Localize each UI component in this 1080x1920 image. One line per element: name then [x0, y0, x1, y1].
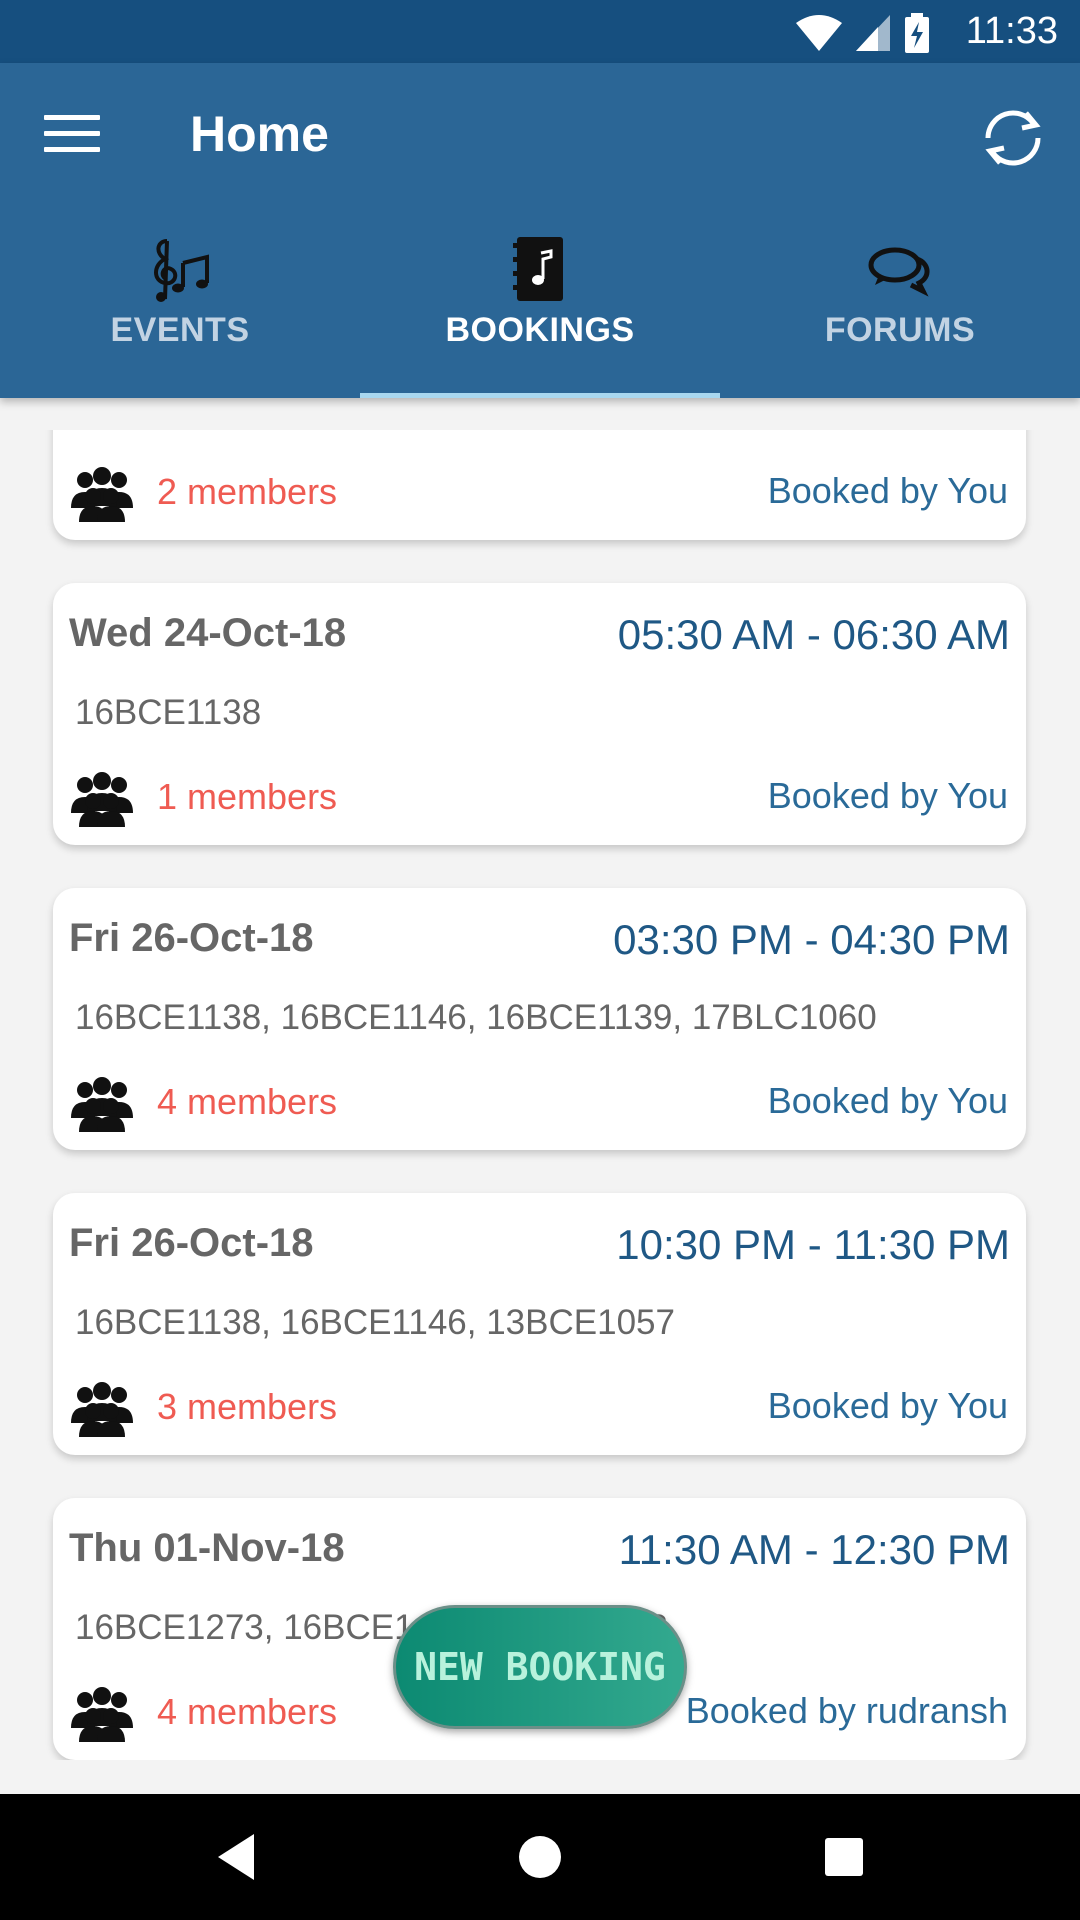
members-row: 3 members — [69, 1377, 337, 1437]
booking-time: 10:30 PM - 11:30 PM — [616, 1221, 1010, 1268]
booked-by: Booked by You — [767, 775, 1008, 816]
booking-members-ids: 16BCE1138 — [75, 693, 262, 732]
booked-by: Booked by You — [767, 470, 1008, 511]
group-icon — [71, 772, 133, 827]
group-icon — [71, 1687, 133, 1742]
status-bar: 11:33 — [0, 0, 1080, 63]
app-bar: Home EVENTS BOOKINGS FORUMS — [0, 63, 1080, 398]
booked-by: Booked by You — [767, 1080, 1008, 1121]
members-count: 3 members — [157, 1386, 338, 1427]
booking-time: 03:30 PM - 04:30 PM — [613, 916, 1010, 963]
members-row: 4 members — [69, 1682, 337, 1742]
booking-date: Wed 24-Oct-18 — [69, 611, 347, 655]
tab-forums[interactable]: FORUMS — [720, 223, 1080, 398]
group-icon — [71, 467, 133, 522]
chat-bubbles-icon — [868, 247, 930, 297]
booking-date: Fri 26-Oct-18 — [69, 916, 314, 960]
group-icon — [71, 1077, 133, 1132]
home-icon — [519, 1836, 561, 1878]
new-booking-button[interactable]: NEW BOOKING — [393, 1605, 687, 1729]
signal-icon — [856, 15, 890, 51]
page-title: Home — [190, 106, 329, 162]
back-icon — [218, 1834, 254, 1880]
refresh-button[interactable] — [976, 101, 1050, 175]
wifi-icon — [796, 15, 842, 51]
tab-label: EVENTS — [110, 311, 250, 349]
battery-charging-icon — [905, 13, 929, 53]
tab-bookings[interactable]: BOOKINGS — [360, 223, 720, 398]
members-count: 2 members — [157, 471, 338, 512]
booking-members-ids: 16BCE1138, 16BCE1146, 13BCE1057 — [75, 1303, 675, 1342]
members-row: 2 members — [69, 462, 337, 522]
booked-by: Booked by rudransh — [685, 1690, 1008, 1731]
booking-time: 05:30 AM - 06:30 AM — [617, 611, 1010, 658]
booking-card[interactable]: Wed 24-Oct-18 05:30 AM - 06:30 AM 16BCE1… — [53, 583, 1026, 845]
members-count: 4 members — [157, 1691, 338, 1732]
booking-date: Thu 01-Nov-18 — [69, 1526, 345, 1570]
menu-icon — [44, 115, 100, 120]
members-row: 4 members — [69, 1072, 337, 1132]
back-button[interactable] — [176, 1794, 296, 1920]
music-book-icon — [513, 237, 563, 301]
group-icon — [71, 1382, 133, 1437]
booking-date: Fri 26-Oct-18 — [69, 1221, 314, 1265]
members-count: 1 members — [157, 776, 338, 817]
booking-card[interactable]: 2 members Booked by You — [53, 430, 1026, 540]
booking-members-ids: 16BCE1138, 16BCE1146, 16BCE1139, 17BLC10… — [75, 998, 877, 1037]
booking-card[interactable]: Fri 26-Oct-18 10:30 PM - 11:30 PM 16BCE1… — [53, 1193, 1026, 1455]
tab-label: FORUMS — [824, 311, 976, 349]
status-icons — [796, 13, 930, 53]
refresh-icon — [985, 110, 1041, 166]
tab-events[interactable]: EVENTS — [0, 223, 360, 398]
status-time: 11:33 — [965, 10, 1058, 52]
system-nav-bar — [0, 1794, 1080, 1920]
members-row: 1 members — [69, 767, 337, 827]
home-button[interactable] — [480, 1794, 600, 1920]
booking-time: 11:30 AM - 12:30 PM — [618, 1526, 1010, 1573]
bookings-list[interactable]: 2 members Booked by You Wed 24-Oct-18 05… — [30, 430, 1050, 1760]
tab-bar: EVENTS BOOKINGS FORUMS — [0, 223, 1080, 398]
menu-button[interactable] — [44, 115, 100, 155]
music-notes-icon — [154, 239, 209, 302]
recents-button[interactable] — [784, 1794, 904, 1920]
tab-label: BOOKINGS — [445, 311, 635, 349]
members-count: 4 members — [157, 1081, 338, 1122]
booking-card[interactable]: Fri 26-Oct-18 03:30 PM - 04:30 PM 16BCE1… — [53, 888, 1026, 1150]
booked-by: Booked by You — [767, 1385, 1008, 1426]
recents-icon — [825, 1838, 863, 1876]
